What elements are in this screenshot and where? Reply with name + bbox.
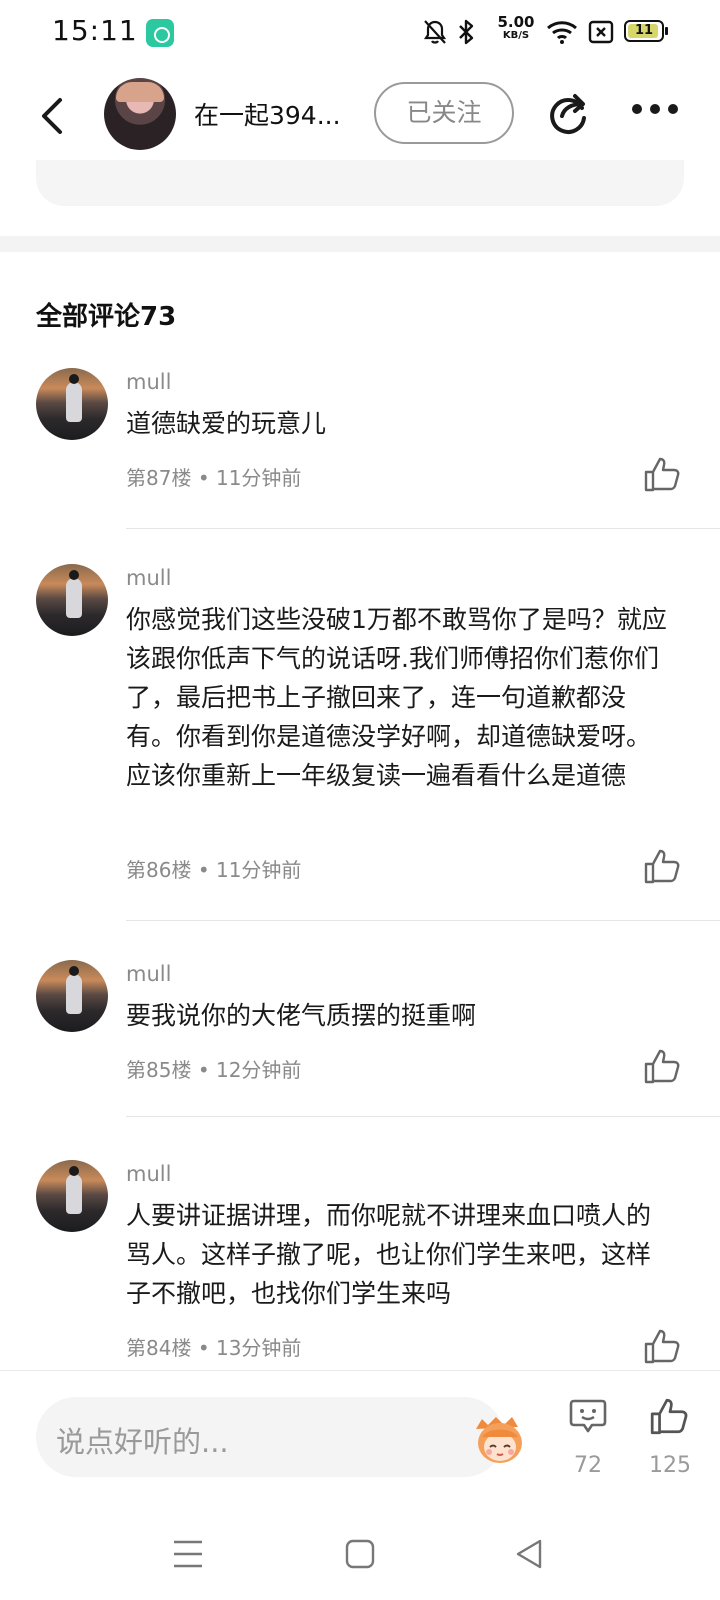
comment-time: 13分钟前 (215, 1336, 302, 1360)
comment-meta: 第86楼 • 11分钟前 (126, 854, 301, 883)
bottom-action-bar: 说点好听的... 72 125 (0, 1370, 720, 1482)
system-nav-bar (0, 1500, 720, 1600)
comment-item: mull 要我说你的大佬气质摆的挺重啊 第85楼 • 12分钟前 (0, 960, 720, 1120)
commenter-avatar[interactable] (36, 564, 108, 636)
app-notification-icon (146, 19, 174, 47)
thumbs-up-icon[interactable] (642, 1046, 682, 1086)
author-avatar[interactable] (104, 78, 176, 150)
comment-input[interactable]: 说点好听的... (36, 1397, 522, 1477)
comment-time: 11分钟前 (215, 466, 302, 490)
commenter-avatar[interactable] (36, 960, 108, 1032)
section-divider (0, 236, 720, 252)
comment-meta: 第87楼 • 11分钟前 (126, 462, 301, 491)
comment-meta: 第84楼 • 13分钟前 (126, 1332, 301, 1361)
comment-text[interactable]: 你感觉我们这些没破1万都不敢骂你了是吗？就应该跟你低声下气的说话呀.我们师傅招你… (126, 600, 674, 795)
comment-divider (126, 920, 720, 921)
status-bar: 15:11 5.00 KB/S 11 (0, 0, 720, 64)
comment-divider (126, 528, 720, 529)
share-icon[interactable] (544, 88, 592, 136)
comment-time: 11分钟前 (215, 858, 302, 882)
comment-username[interactable]: mull (126, 370, 171, 394)
thumbs-up-icon[interactable] (642, 1326, 682, 1366)
mute-bell-icon (423, 20, 447, 44)
comment-count: 72 (574, 1453, 602, 1478)
meta-separator: • (197, 1336, 210, 1360)
commenter-avatar[interactable] (36, 368, 108, 440)
comment-floor: 第87楼 (126, 466, 192, 490)
comment-input-placeholder[interactable]: 说点好听的... (56, 1419, 229, 1461)
home-square-icon[interactable] (340, 1534, 380, 1574)
comment-bubble-icon (569, 1399, 607, 1433)
menu-icon[interactable] (168, 1534, 208, 1574)
like-count: 125 (649, 1453, 691, 1478)
comment-floor: 第86楼 (126, 858, 192, 882)
follow-button[interactable]: 已关注 (374, 82, 514, 144)
like-count-button[interactable]: 125 (640, 1395, 700, 1478)
no-sim-icon (588, 20, 614, 44)
status-time: 15:11 (52, 14, 138, 47)
comment-text[interactable]: 要我说你的大佬气质摆的挺重啊 (126, 996, 674, 1035)
comment-text[interactable]: 人要讲证据讲理，而你呢就不讲理来血口喷人的骂人。这样子撤了呢，也让你们学生来吧，… (126, 1196, 674, 1313)
thumbs-up-icon[interactable] (642, 454, 682, 494)
comment-count-button[interactable]: 72 (560, 1395, 616, 1478)
comment-text[interactable]: 道德缺爱的玩意儿 (126, 404, 674, 443)
comment-username[interactable]: mull (126, 566, 171, 590)
meta-separator: • (197, 858, 210, 882)
meta-separator: • (197, 1058, 210, 1082)
thumbs-up-icon (650, 1398, 688, 1435)
comment-floor: 第85楼 (126, 1058, 192, 1082)
comment-divider (126, 1116, 720, 1117)
battery-icon: 11 (624, 20, 668, 42)
back-arrow-icon[interactable] (30, 90, 74, 142)
meta-separator: • (197, 466, 210, 490)
comment-item: mull 人要讲证据讲理，而你呢就不讲理来血口喷人的骂人。这样子撤了呢，也让你们… (0, 1160, 720, 1370)
comment-username[interactable]: mull (126, 962, 171, 986)
emoji-mascot-icon[interactable] (468, 1407, 532, 1467)
comment-item: mull 你感觉我们这些没破1万都不敢骂你了是吗？就应该跟你低声下气的说话呀.我… (0, 564, 720, 921)
commenter-avatar[interactable] (36, 1160, 108, 1232)
back-triangle-icon[interactable] (510, 1534, 550, 1574)
comment-floor: 第84楼 (126, 1336, 192, 1360)
speed-value: 5.00 (497, 13, 535, 31)
post-header: 在一起394... 已关注 (0, 70, 720, 160)
comment-meta: 第85楼 • 12分钟前 (126, 1054, 301, 1083)
author-name[interactable]: 在一起394... (194, 96, 341, 132)
post-card-bottom (36, 160, 684, 206)
thumbs-up-icon[interactable] (642, 846, 682, 886)
comments-heading: 全部评论73 (36, 302, 177, 332)
comment-username[interactable]: mull (126, 1162, 171, 1186)
comment-item: mull 道德缺爱的玩意儿 第87楼 • 11分钟前 (0, 368, 720, 529)
bluetooth-icon (459, 19, 474, 45)
comment-time: 12分钟前 (215, 1058, 302, 1082)
battery-level: 11 (634, 23, 654, 38)
wifi-icon (547, 21, 577, 44)
network-speed: 5.00 KB/S (494, 13, 538, 42)
more-dots-icon[interactable] (632, 102, 682, 118)
